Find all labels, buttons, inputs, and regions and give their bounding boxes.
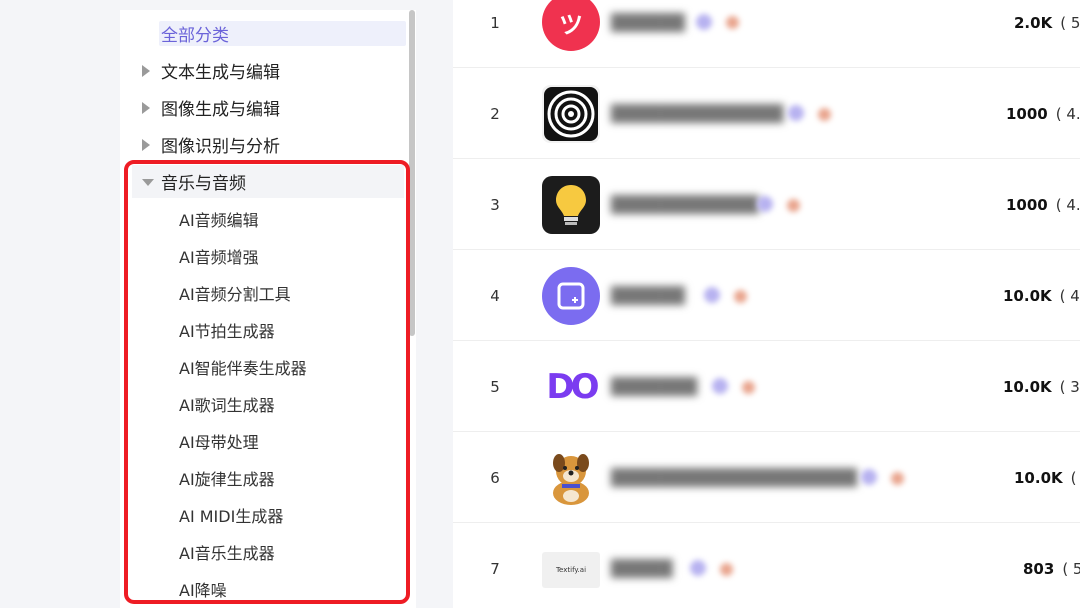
- table-row[interactable]: 4 ██████ 10.0K ( 4.8: [453, 250, 1080, 341]
- caret-right-icon[interactable]: [142, 101, 150, 114]
- tool-name-blurred[interactable]: ███████: [611, 377, 697, 397]
- rating-value: ( 5: [1070, 468, 1080, 487]
- verified-badge-icon: [788, 105, 804, 121]
- annotation-highlight-box: [124, 160, 410, 604]
- lightbulb-graphic: [556, 185, 586, 225]
- plus-square-icon[interactable]: [542, 267, 600, 325]
- rank-number: 2: [490, 104, 500, 123]
- spiral-eye-icon[interactable]: [542, 85, 600, 143]
- table-row[interactable]: 2 ██████████████ 1000 ( 4.6: [453, 68, 1080, 159]
- table-row[interactable]: 1 ツ ██████ 2.0K ( 5: [453, 0, 1080, 68]
- rating-value: ( 4.8: [1059, 286, 1080, 305]
- visit-count-value: 803: [1023, 559, 1055, 578]
- tool-name-blurred[interactable]: █████: [611, 559, 673, 579]
- verified-badge-icon: [712, 378, 728, 394]
- katakana-tsu-icon[interactable]: ツ: [542, 0, 600, 51]
- hot-badge-icon: [742, 381, 755, 394]
- tool-name-blurred[interactable]: ██████: [611, 13, 685, 33]
- caret-right-icon[interactable]: [142, 138, 150, 151]
- tool-name-blurred[interactable]: ████████████: [611, 195, 759, 215]
- do-wordmark-icon[interactable]: DO: [542, 358, 600, 416]
- verified-badge-icon: [696, 14, 712, 30]
- verified-badge-icon: [757, 196, 773, 212]
- table-row[interactable]: 3 ████████████ 1000 ( 4.3: [453, 159, 1080, 250]
- table-row[interactable]: 5 DO ███████ 10.0K ( 3.4: [453, 341, 1080, 432]
- visit-count: 803 ( 5: [1023, 523, 1080, 608]
- rank-number: 5: [490, 377, 500, 396]
- hot-badge-icon: [818, 108, 831, 121]
- textify-logo-icon[interactable]: Textify.ai: [542, 552, 600, 588]
- rating-value: ( 5: [1060, 13, 1080, 32]
- dog-mascot-graphic: [553, 454, 589, 505]
- rank-number: 7: [490, 559, 500, 578]
- category-label: 图像识别与分析: [161, 137, 280, 157]
- category-text-generation[interactable]: 文本生成与编辑: [120, 52, 416, 89]
- rank-number: 3: [490, 195, 500, 214]
- table-row[interactable]: 6 ████████████████████ 10.0K (: [453, 432, 1080, 523]
- visit-count-value: 1000: [1006, 104, 1048, 123]
- visit-count-value: 2.0K: [1014, 13, 1053, 32]
- tool-name-blurred[interactable]: ██████: [611, 286, 685, 306]
- logo-glyph: DO: [546, 367, 599, 407]
- rating-value: ( 3.4: [1059, 377, 1080, 396]
- visit-count-value: 10.0K: [1014, 468, 1063, 487]
- tool-ranking-list: 1 ツ ██████ 2.0K ( 5 2 ██████████████ 100…: [453, 0, 1080, 608]
- caret-right-icon[interactable]: [142, 64, 150, 77]
- verified-badge-icon: [690, 560, 706, 576]
- tool-name-blurred[interactable]: ████████████████████: [611, 468, 857, 488]
- visit-count-value: 10.0K: [1003, 286, 1052, 305]
- category-image-recognition[interactable]: 图像识别与分析: [120, 126, 416, 163]
- visit-count-value: 1000: [1006, 195, 1048, 214]
- hot-badge-icon: [726, 16, 739, 29]
- visit-count: 2.0K ( 5: [1014, 0, 1080, 68]
- app-viewport: 全部分类 文本生成与编辑 图像生成与编辑 图像识别与分析 音乐与音频 AI音频编…: [0, 0, 1080, 608]
- spiral-eye-graphic: [544, 87, 598, 141]
- visit-count: 10.0K ( 5: [1014, 432, 1080, 523]
- category-label: 文本生成与编辑: [161, 63, 280, 83]
- hot-badge-icon: [787, 199, 800, 212]
- visit-count: 1000 ( 4.3: [1006, 159, 1080, 250]
- lightbulb-icon[interactable]: [542, 176, 600, 234]
- category-label: 图像生成与编辑: [161, 100, 280, 120]
- category-image-generation[interactable]: 图像生成与编辑: [120, 89, 416, 126]
- rating-value: ( 4.3: [1055, 195, 1080, 214]
- hot-badge-icon: [891, 472, 904, 485]
- verified-badge-icon: [704, 287, 720, 303]
- rank-number: 1: [490, 13, 500, 32]
- visit-count: 1000 ( 4.6: [1006, 68, 1080, 159]
- hot-badge-icon: [734, 290, 747, 303]
- rating-value: ( 4.6: [1055, 104, 1080, 123]
- visit-count: 10.0K ( 4.8: [1003, 250, 1080, 341]
- category-all[interactable]: 全部分类: [120, 15, 416, 52]
- category-all-label: 全部分类: [161, 26, 229, 46]
- rank-number: 4: [490, 286, 500, 305]
- verified-badge-icon: [861, 469, 877, 485]
- logo-glyph: Textify.ai: [555, 566, 587, 574]
- visit-count-value: 10.0K: [1003, 377, 1052, 396]
- plus-square-graphic: [557, 282, 585, 310]
- rating-value: ( 5: [1062, 559, 1080, 578]
- tool-name-blurred[interactable]: ██████████████: [611, 104, 783, 124]
- logo-glyph: ツ: [559, 10, 583, 39]
- rank-number: 6: [490, 468, 500, 487]
- table-row[interactable]: 7 Textify.ai █████ 803 ( 5: [453, 523, 1080, 608]
- dog-mascot-icon[interactable]: [542, 449, 600, 507]
- hot-badge-icon: [720, 563, 733, 576]
- visit-count: 10.0K ( 3.4: [1003, 341, 1080, 432]
